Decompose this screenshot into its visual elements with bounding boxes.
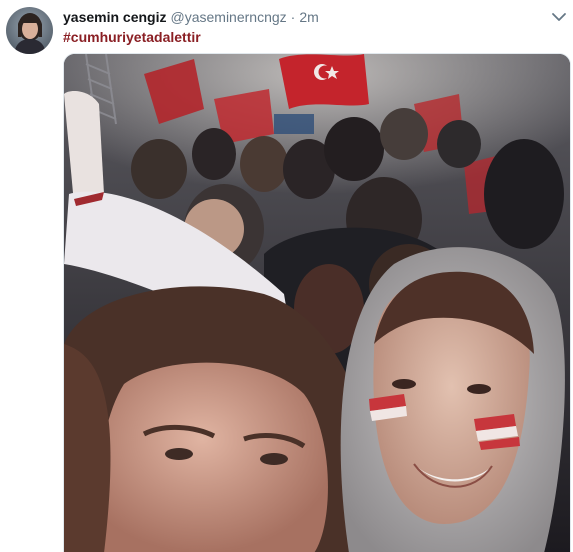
selfie-photo [64,54,570,552]
user-avatar[interactable] [6,7,53,54]
chevron-down-icon[interactable] [551,10,567,24]
avatar-photo [6,7,53,54]
separator-dot: · [290,9,296,25]
tweet-photo[interactable] [63,53,571,552]
user-fullname[interactable]: yasemin cengiz [63,8,167,26]
tweet-card[interactable]: yasemin cengiz @yaseminerncngz · 2m #cum… [0,0,573,552]
tweet-timestamp[interactable]: 2m [299,8,318,26]
hashtag-link[interactable]: #cumhuriyetadalettir [63,29,201,45]
user-handle[interactable]: @yaseminerncngz [171,8,287,26]
tweet-header: yasemin cengiz @yaseminerncngz · 2m [63,8,319,26]
boy-in-hoodie [340,247,565,552]
tweet-text: #cumhuriyetadalettir [63,28,201,46]
